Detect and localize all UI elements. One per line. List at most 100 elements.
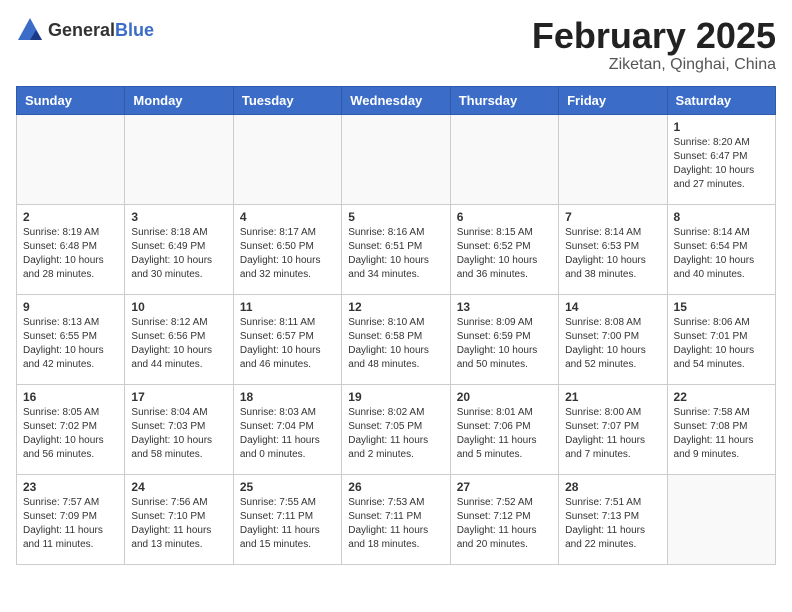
day-number: 23 — [23, 480, 118, 494]
day-info: Sunrise: 7:58 AM Sunset: 7:08 PM Dayligh… — [674, 406, 769, 462]
day-info: Sunrise: 8:02 AM Sunset: 7:05 PM Dayligh… — [348, 406, 443, 462]
day-number: 3 — [131, 210, 226, 224]
week-row-4: 16 Sunrise: 8:05 AM Sunset: 7:02 PM Dayli… — [17, 384, 776, 474]
day-info: Sunrise: 8:08 AM Sunset: 7:00 PM Dayligh… — [565, 316, 660, 372]
calendar-cell: 1 Sunrise: 8:20 AM Sunset: 6:47 PM Daylig… — [667, 114, 775, 204]
calendar-cell: 7Sunrise: 8:14 AM Sunset: 6:53 PM Daylig… — [559, 204, 667, 294]
day-info: Sunrise: 7:51 AM Sunset: 7:13 PM Dayligh… — [565, 496, 660, 552]
day-info: Sunrise: 8:20 AM Sunset: 6:47 PM Dayligh… — [674, 136, 769, 192]
calendar-cell: 27Sunrise: 7:52 AM Sunset: 7:12 PM Dayli… — [450, 474, 558, 564]
day-info: Sunrise: 7:55 AM Sunset: 7:11 PM Dayligh… — [240, 496, 335, 552]
day-info: Sunrise: 8:01 AM Sunset: 7:06 PM Dayligh… — [457, 406, 552, 462]
day-number: 12 — [348, 300, 443, 314]
day-info: Sunrise: 7:57 AM Sunset: 7:09 PM Dayligh… — [23, 496, 118, 552]
day-info: Sunrise: 8:06 AM Sunset: 7:01 PM Dayligh… — [674, 316, 769, 372]
weekday-header-wednesday: Wednesday — [342, 86, 450, 114]
weekday-header-saturday: Saturday — [667, 86, 775, 114]
day-number: 14 — [565, 300, 660, 314]
calendar-cell: 18 Sunrise: 8:03 AM Sunset: 7:04 PM Dayli… — [233, 384, 341, 474]
week-row-1: 1 Sunrise: 8:20 AM Sunset: 6:47 PM Daylig… — [17, 114, 776, 204]
week-row-2: 2Sunrise: 8:19 AM Sunset: 6:48 PM Daylig… — [17, 204, 776, 294]
day-number: 1 — [674, 120, 769, 134]
calendar-cell — [17, 114, 125, 204]
weekday-header-tuesday: Tuesday — [233, 86, 341, 114]
day-number: 16 — [23, 390, 118, 404]
day-info: Sunrise: 8:12 AM Sunset: 6:56 PM Dayligh… — [131, 316, 226, 372]
calendar-cell: 9 Sunrise: 8:13 AM Sunset: 6:55 PM Daylig… — [17, 294, 125, 384]
calendar-cell — [125, 114, 233, 204]
day-info: Sunrise: 8:14 AM Sunset: 6:54 PM Dayligh… — [674, 226, 769, 282]
weekday-header-sunday: Sunday — [17, 86, 125, 114]
day-info: Sunrise: 8:04 AM Sunset: 7:03 PM Dayligh… — [131, 406, 226, 462]
day-info: Sunrise: 8:16 AM Sunset: 6:51 PM Dayligh… — [348, 226, 443, 282]
title-block: February 2025 Ziketan, Qinghai, China — [532, 16, 776, 74]
day-info: Sunrise: 8:11 AM Sunset: 6:57 PM Dayligh… — [240, 316, 335, 372]
calendar-cell: 6 Sunrise: 8:15 AM Sunset: 6:52 PM Daylig… — [450, 204, 558, 294]
day-number: 22 — [674, 390, 769, 404]
day-number: 17 — [131, 390, 226, 404]
day-number: 28 — [565, 480, 660, 494]
weekday-header-friday: Friday — [559, 86, 667, 114]
day-info: Sunrise: 7:52 AM Sunset: 7:12 PM Dayligh… — [457, 496, 552, 552]
calendar-cell: 20 Sunrise: 8:01 AM Sunset: 7:06 PM Dayli… — [450, 384, 558, 474]
calendar-cell: 24Sunrise: 7:56 AM Sunset: 7:10 PM Dayli… — [125, 474, 233, 564]
day-number: 18 — [240, 390, 335, 404]
calendar-table: SundayMondayTuesdayWednesdayThursdayFrid… — [16, 86, 776, 565]
calendar-cell — [342, 114, 450, 204]
day-info: Sunrise: 8:03 AM Sunset: 7:04 PM Dayligh… — [240, 406, 335, 462]
calendar-cell — [450, 114, 558, 204]
calendar-cell — [233, 114, 341, 204]
day-number: 25 — [240, 480, 335, 494]
calendar-cell: 5 Sunrise: 8:16 AM Sunset: 6:51 PM Daylig… — [342, 204, 450, 294]
logo-general: General — [48, 20, 115, 40]
calendar-cell: 26Sunrise: 7:53 AM Sunset: 7:11 PM Dayli… — [342, 474, 450, 564]
day-number: 13 — [457, 300, 552, 314]
calendar-cell: 4Sunrise: 8:17 AM Sunset: 6:50 PM Daylig… — [233, 204, 341, 294]
page-header: GeneralBlue February 2025 Ziketan, Qingh… — [16, 16, 776, 74]
calendar-cell — [559, 114, 667, 204]
day-info: Sunrise: 8:10 AM Sunset: 6:58 PM Dayligh… — [348, 316, 443, 372]
week-row-5: 23 Sunrise: 7:57 AM Sunset: 7:09 PM Dayli… — [17, 474, 776, 564]
location: Ziketan, Qinghai, China — [532, 56, 776, 74]
day-number: 11 — [240, 300, 335, 314]
calendar-cell: 13 Sunrise: 8:09 AM Sunset: 6:59 PM Dayli… — [450, 294, 558, 384]
day-info: Sunrise: 7:56 AM Sunset: 7:10 PM Dayligh… — [131, 496, 226, 552]
logo: GeneralBlue — [16, 16, 154, 44]
calendar-cell: 14 Sunrise: 8:08 AM Sunset: 7:00 PM Dayli… — [559, 294, 667, 384]
calendar-cell: 11 Sunrise: 8:11 AM Sunset: 6:57 PM Dayli… — [233, 294, 341, 384]
day-number: 19 — [348, 390, 443, 404]
day-info: Sunrise: 8:19 AM Sunset: 6:48 PM Dayligh… — [23, 226, 118, 282]
day-number: 8 — [674, 210, 769, 224]
day-info: Sunrise: 7:53 AM Sunset: 7:11 PM Dayligh… — [348, 496, 443, 552]
weekday-header-row: SundayMondayTuesdayWednesdayThursdayFrid… — [17, 86, 776, 114]
calendar-cell: 28 Sunrise: 7:51 AM Sunset: 7:13 PM Dayli… — [559, 474, 667, 564]
calendar-cell: 19 Sunrise: 8:02 AM Sunset: 7:05 PM Dayli… — [342, 384, 450, 474]
day-number: 4 — [240, 210, 335, 224]
weekday-header-monday: Monday — [125, 86, 233, 114]
calendar-cell: 2Sunrise: 8:19 AM Sunset: 6:48 PM Daylig… — [17, 204, 125, 294]
calendar-cell: 21 Sunrise: 8:00 AM Sunset: 7:07 PM Dayli… — [559, 384, 667, 474]
calendar-cell: 10 Sunrise: 8:12 AM Sunset: 6:56 PM Dayli… — [125, 294, 233, 384]
day-number: 10 — [131, 300, 226, 314]
day-info: Sunrise: 8:05 AM Sunset: 7:02 PM Dayligh… — [23, 406, 118, 462]
day-number: 20 — [457, 390, 552, 404]
day-number: 5 — [348, 210, 443, 224]
calendar-cell: 17 Sunrise: 8:04 AM Sunset: 7:03 PM Dayli… — [125, 384, 233, 474]
day-number: 6 — [457, 210, 552, 224]
day-info: Sunrise: 8:13 AM Sunset: 6:55 PM Dayligh… — [23, 316, 118, 372]
calendar-cell — [667, 474, 775, 564]
calendar-cell: 22 Sunrise: 7:58 AM Sunset: 7:08 PM Dayli… — [667, 384, 775, 474]
day-info: Sunrise: 8:09 AM Sunset: 6:59 PM Dayligh… — [457, 316, 552, 372]
day-info: Sunrise: 8:15 AM Sunset: 6:52 PM Dayligh… — [457, 226, 552, 282]
day-info: Sunrise: 8:00 AM Sunset: 7:07 PM Dayligh… — [565, 406, 660, 462]
day-info: Sunrise: 8:18 AM Sunset: 6:49 PM Dayligh… — [131, 226, 226, 282]
calendar-cell: 12 Sunrise: 8:10 AM Sunset: 6:58 PM Dayli… — [342, 294, 450, 384]
logo-blue: Blue — [115, 20, 154, 40]
calendar-cell: 15Sunrise: 8:06 AM Sunset: 7:01 PM Dayli… — [667, 294, 775, 384]
day-number: 9 — [23, 300, 118, 314]
calendar-cell: 25 Sunrise: 7:55 AM Sunset: 7:11 PM Dayli… — [233, 474, 341, 564]
day-info: Sunrise: 8:14 AM Sunset: 6:53 PM Dayligh… — [565, 226, 660, 282]
month-title: February 2025 — [532, 16, 776, 56]
calendar-cell: 23 Sunrise: 7:57 AM Sunset: 7:09 PM Dayli… — [17, 474, 125, 564]
day-number: 21 — [565, 390, 660, 404]
